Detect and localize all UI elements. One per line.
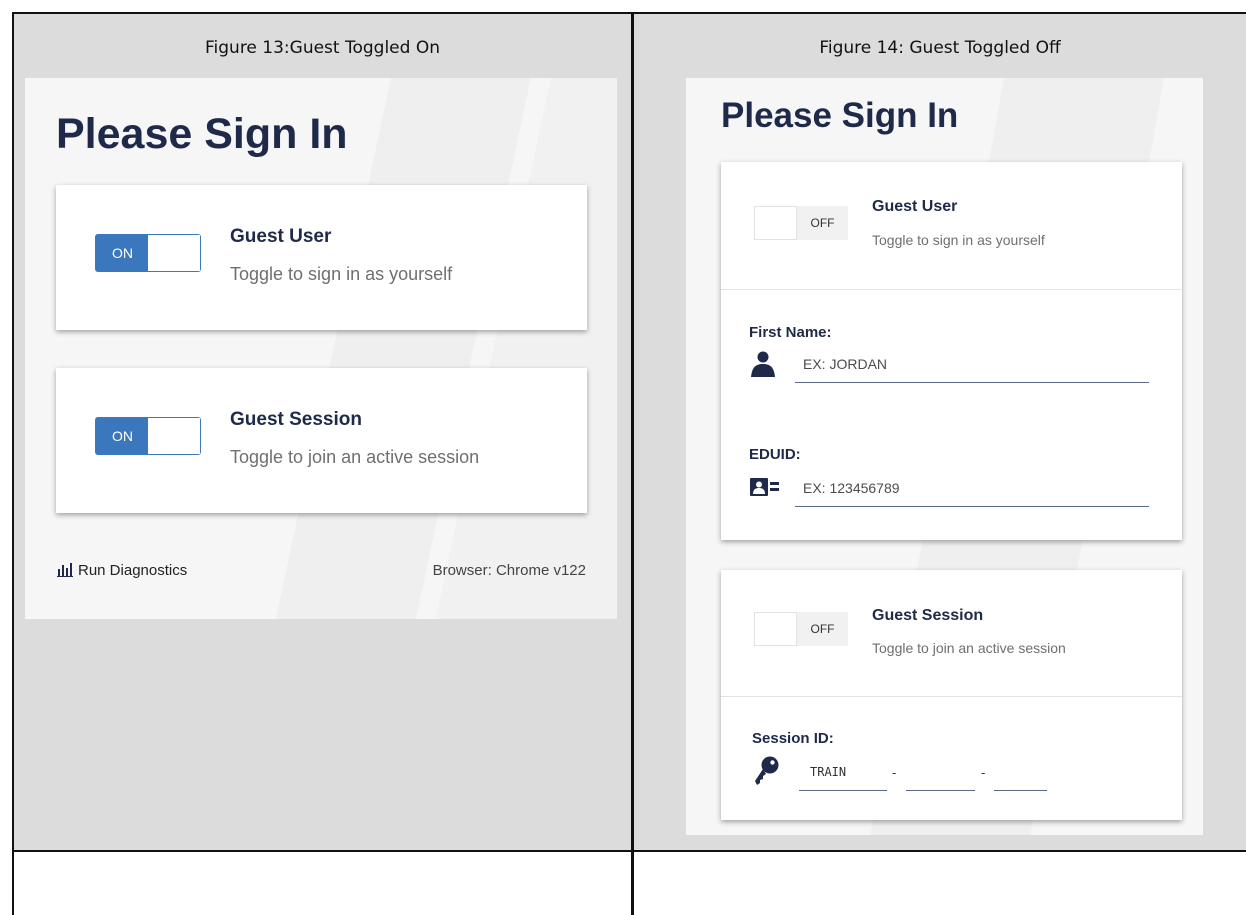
toggle-knob xyxy=(754,612,797,646)
figure-13-screenshot: Please Sign In ON Guest User Toggle to s… xyxy=(25,78,617,619)
card-divider xyxy=(721,289,1182,290)
session-id-part2-underline xyxy=(906,790,975,791)
guest-user-card: ON Guest User Toggle to sign in as yours… xyxy=(56,185,587,330)
key-icon xyxy=(755,756,779,785)
session-id-part3-input[interactable] xyxy=(994,765,1047,789)
guest-session-subtitle: Toggle to join an active session xyxy=(872,640,1066,656)
guest-user-subtitle: Toggle to sign in as yourself xyxy=(872,232,1045,248)
session-id-separator: - xyxy=(892,765,897,780)
session-id-prefix-input[interactable]: TRAIN xyxy=(810,765,846,779)
session-id-label: Session ID: xyxy=(752,730,834,747)
bar-chart-icon xyxy=(57,563,73,577)
guest-session-toggle[interactable]: OFF xyxy=(754,612,848,646)
guest-session-toggle[interactable]: ON xyxy=(95,417,201,455)
table-left-rule xyxy=(12,12,14,915)
guest-user-toggle[interactable]: ON xyxy=(95,234,201,272)
figure-14-caption: Figure 14: Guest Toggled Off xyxy=(819,38,1061,58)
guest-user-toggle[interactable]: OFF xyxy=(754,206,848,240)
table-middle-rule xyxy=(631,12,634,915)
first-name-label: First Name: xyxy=(749,324,832,341)
toggle-on-label: ON xyxy=(96,235,149,271)
eduid-underline xyxy=(795,506,1149,507)
run-diagnostics-label: Run Diagnostics xyxy=(78,561,188,579)
page-title: Please Sign In xyxy=(56,110,348,158)
figure-14-screenshot: Please Sign In OFF Guest User Toggle to … xyxy=(686,78,1203,835)
figure-13-caption: Figure 13:Guest Toggled On xyxy=(204,38,440,58)
first-name-underline xyxy=(795,382,1149,383)
session-id-part2-input[interactable] xyxy=(906,765,975,789)
person-icon xyxy=(751,351,775,377)
guest-session-heading: Guest Session xyxy=(230,409,362,430)
eduid-label: EDUID: xyxy=(749,446,801,463)
card-divider xyxy=(721,696,1182,697)
id-card-icon xyxy=(750,478,779,496)
run-diagnostics-link[interactable]: Run Diagnostics xyxy=(57,561,188,579)
session-id-separator: - xyxy=(981,765,986,780)
table-top-rule xyxy=(12,12,1246,14)
session-id-prefix-underline xyxy=(799,790,887,791)
guest-user-heading: Guest User xyxy=(230,226,332,247)
first-name-input[interactable]: EX: JORDAN xyxy=(803,356,887,372)
session-id-part3-underline xyxy=(994,790,1047,791)
browser-info: Browser: Chrome v122 xyxy=(432,562,586,579)
toggle-knob xyxy=(147,235,200,271)
guest-user-heading: Guest User xyxy=(872,198,958,215)
eduid-input[interactable]: EX: 123456789 xyxy=(803,480,900,496)
guest-session-card: ON Guest Session Toggle to join an activ… xyxy=(56,368,587,513)
toggle-off-label: OFF xyxy=(797,206,848,240)
guest-user-subtitle: Toggle to sign in as yourself xyxy=(230,264,453,284)
guest-user-card: OFF Guest User Toggle to sign in as your… xyxy=(721,162,1182,540)
toggle-off-label: OFF xyxy=(797,612,848,646)
page-title: Please Sign In xyxy=(721,96,959,135)
guest-session-subtitle: Toggle to join an active session xyxy=(230,447,480,467)
toggle-knob xyxy=(754,206,797,240)
toggle-knob xyxy=(147,418,200,454)
guest-session-heading: Guest Session xyxy=(872,607,984,624)
guest-session-card: OFF Guest Session Toggle to join an acti… xyxy=(721,570,1182,820)
toggle-on-label: ON xyxy=(96,418,149,454)
table-row-rule xyxy=(12,850,1246,852)
